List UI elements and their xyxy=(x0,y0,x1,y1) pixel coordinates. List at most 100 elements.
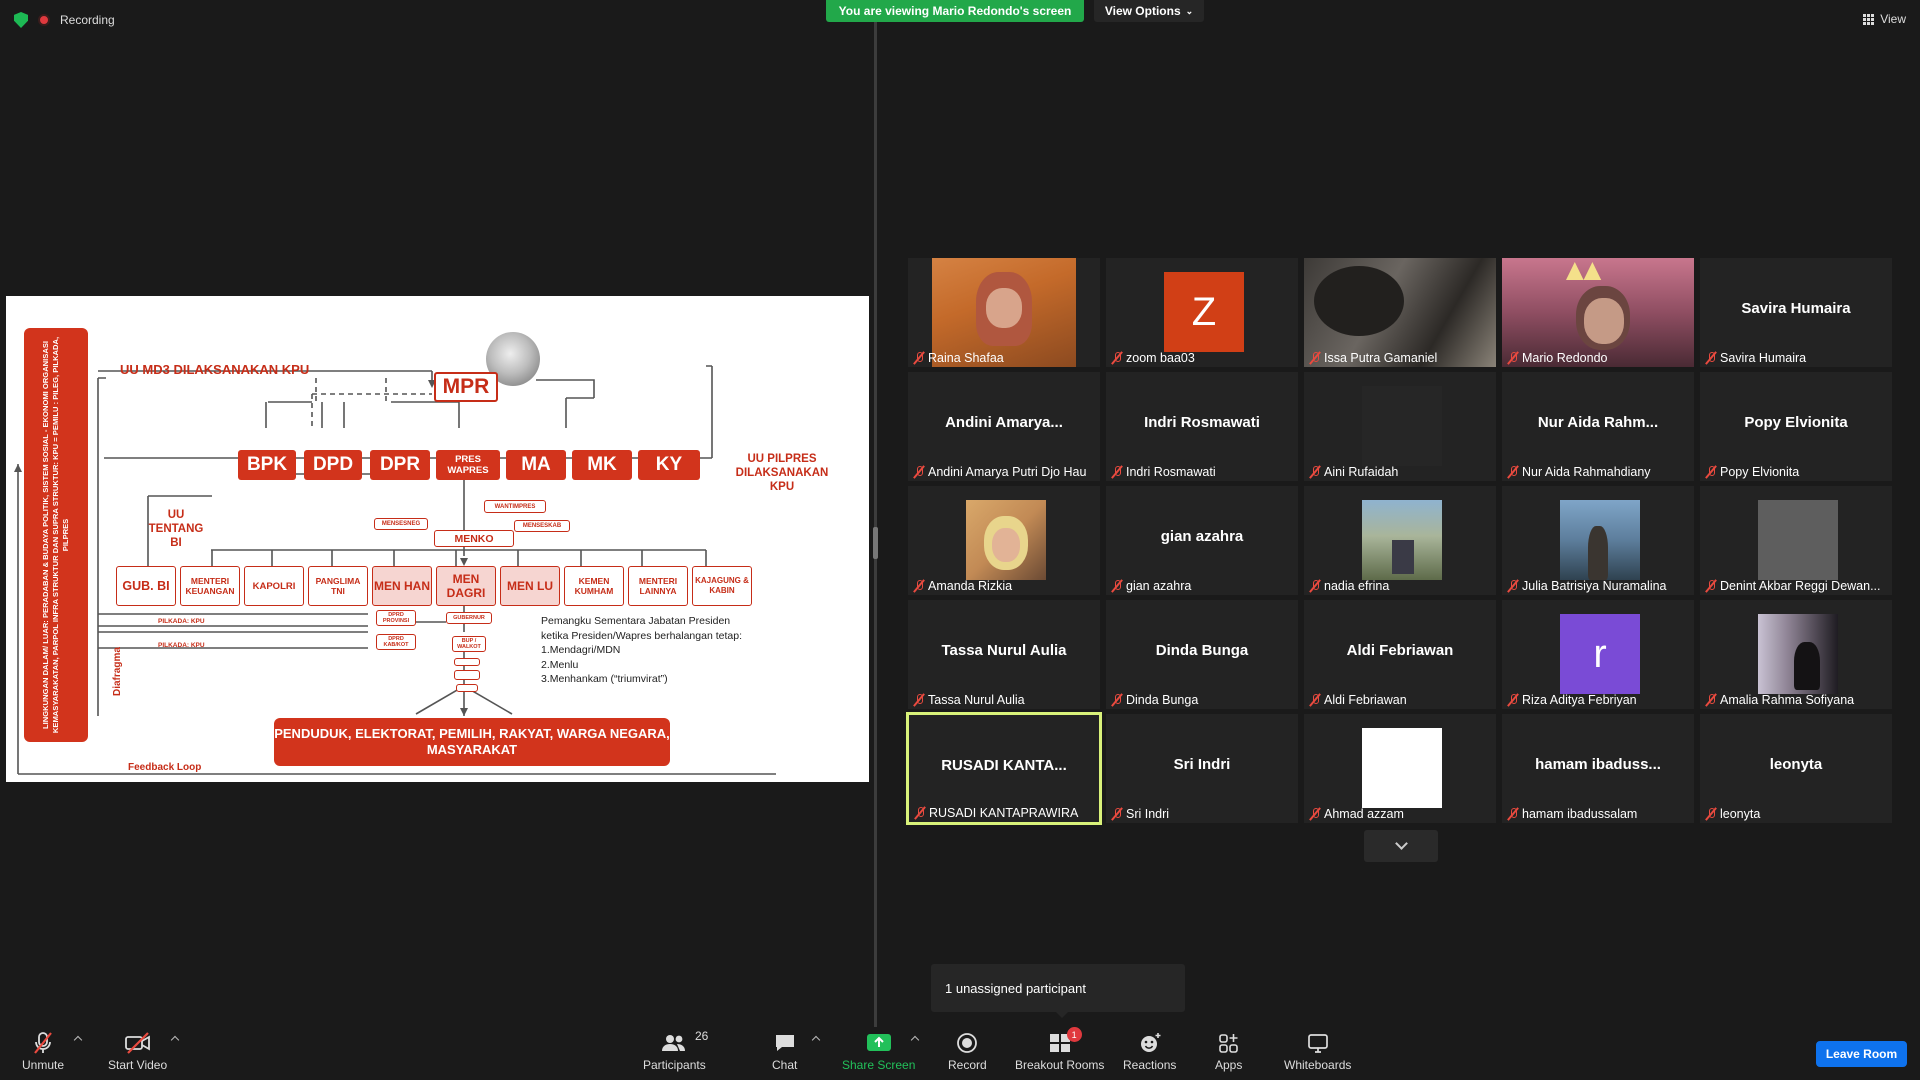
participant-tile[interactable]: Tassa Nurul Aulia Tassa Nurul Aulia xyxy=(908,600,1100,709)
view-options-button[interactable]: View Options ⌄ xyxy=(1094,0,1204,22)
wantimpres-box: WANTIMPRES xyxy=(484,500,546,513)
mic-muted-icon xyxy=(1112,579,1122,593)
recording-indicator[interactable]: Recording xyxy=(14,12,115,28)
participant-name: Popy Elvionita xyxy=(1720,465,1800,479)
mic-muted-icon xyxy=(1112,693,1122,707)
camat-box xyxy=(454,658,480,666)
participant-tile-active-speaker[interactable]: RUSADI KANTA... RUSADI KANTAPRAWIRA xyxy=(906,712,1102,825)
participant-tile[interactable]: Raina Shafaa xyxy=(908,258,1100,367)
view-label: View xyxy=(1880,12,1906,26)
chevron-down-icon xyxy=(1394,837,1408,850)
unmute-button[interactable]: Unmute xyxy=(22,1031,64,1072)
breakout-rooms-icon: 1 xyxy=(1048,1027,1082,1055)
audio-options-caret-icon[interactable] xyxy=(73,1035,83,1045)
participant-name: Aini Rufaidah xyxy=(1324,465,1399,479)
participant-avatar xyxy=(1362,500,1442,580)
left-bar-text: LINGKUNGAN DALAM/ LUAR: PERADABAN & BUDA… xyxy=(41,336,70,734)
participant-label: Ahmad azzam xyxy=(1310,807,1404,821)
whiteboards-button[interactable]: Whiteboards xyxy=(1284,1031,1351,1072)
start-video-button[interactable]: Start Video xyxy=(108,1031,167,1072)
left-environment-bar: LINGKUNGAN DALAM/ LUAR: PERADABAN & BUDA… xyxy=(24,328,88,742)
menko-box: MENKO xyxy=(434,530,514,547)
participant-name: Tassa Nurul Aulia xyxy=(928,693,1025,707)
participant-label: Sri Indri xyxy=(1112,807,1169,821)
participant-label: gian azahra xyxy=(1112,579,1191,593)
mic-muted-icon xyxy=(1310,579,1320,593)
breakout-rooms-button[interactable]: 1 Breakout Rooms xyxy=(1015,1027,1104,1072)
participant-tile[interactable]: Julia Batrisiya Nuramalina xyxy=(1502,486,1694,595)
participant-label: Tassa Nurul Aulia xyxy=(914,693,1025,707)
participant-tile[interactable]: Amanda Rizkia xyxy=(908,486,1100,595)
row2-box: MEN HAN xyxy=(372,566,432,606)
participant-name: Amanda Rizkia xyxy=(928,579,1013,593)
participants-button[interactable]: 26 Participants xyxy=(643,1029,708,1072)
participant-tile[interactable]: Indri Rosmawati Indri Rosmawati xyxy=(1106,372,1298,481)
participant-tile[interactable]: hamam ibaduss... hamam ibadussalam xyxy=(1502,714,1694,823)
participant-label: Denint Akbar Reggi Dewan... xyxy=(1706,579,1881,593)
reactions-button[interactable]: Reactions xyxy=(1123,1031,1176,1072)
note-title: Pemangku Sementara Jabatan Presiden xyxy=(541,615,731,627)
unassigned-participant-popup[interactable]: 1 unassigned participant xyxy=(931,964,1185,1018)
zoom-meeting-window: Recording You are viewing Mario Redondo'… xyxy=(0,0,1920,1080)
participant-label: nadia efrina xyxy=(1310,579,1389,593)
mic-muted-icon xyxy=(1112,351,1122,365)
participant-tile[interactable]: Nur Aida Rahm... Nur Aida Rahmahdiany xyxy=(1502,372,1694,481)
participant-tile[interactable]: Amalia Rahma Sofiyana xyxy=(1700,600,1892,709)
participant-tile[interactable]: Ahmad azzam xyxy=(1304,714,1496,823)
divider-handle[interactable] xyxy=(873,527,878,559)
row1-box: DPR xyxy=(370,450,430,480)
security-shield-icon[interactable] xyxy=(14,12,28,28)
participant-tile[interactable]: Andini Amarya... Andini Amarya Putri Djo… xyxy=(908,372,1100,481)
participant-tile[interactable]: Sri Indri Sri Indri xyxy=(1106,714,1298,823)
row2-box: KAPOLRI xyxy=(244,566,304,606)
participant-name: RUSADI KANTAPRAWIRA xyxy=(929,806,1079,820)
smiley-icon xyxy=(1138,1031,1162,1055)
note-subtitle: ketika Presiden/Wapres berhalangan tetap… xyxy=(541,629,742,642)
mic-muted-icon xyxy=(1508,465,1518,479)
whiteboard-icon xyxy=(1306,1031,1330,1055)
gallery-next-page-button[interactable] xyxy=(1364,830,1438,862)
leave-room-button[interactable]: Leave Room xyxy=(1816,1041,1907,1067)
chat-options-caret-icon[interactable] xyxy=(811,1035,821,1045)
meeting-toolbar: Unmute Start Video 26 Participants Chat xyxy=(0,1027,1920,1080)
participant-tile[interactable]: Aini Rufaidah xyxy=(1304,372,1496,481)
participant-tile[interactable]: Mario Redondo xyxy=(1502,258,1694,367)
participant-tile[interactable]: Savira Humaira Savira Humaira xyxy=(1700,258,1892,367)
unmute-label: Unmute xyxy=(22,1058,65,1072)
mic-muted-icon xyxy=(1706,579,1716,593)
participant-name: Nur Aida Rahmahdiany xyxy=(1522,465,1651,479)
mpr-box: MPR xyxy=(434,372,498,402)
participant-display-name: Popy Elvionita xyxy=(1744,414,1848,431)
participant-tile[interactable]: Z zoom baa03 xyxy=(1106,258,1298,367)
mic-muted-icon xyxy=(1706,693,1716,707)
apps-button[interactable]: Apps xyxy=(1215,1031,1242,1072)
view-button[interactable]: View xyxy=(1863,12,1906,26)
participant-label: zoom baa03 xyxy=(1112,351,1195,365)
participant-name: Indri Rosmawati xyxy=(1126,465,1216,479)
participant-tile[interactable]: leonyta leonyta xyxy=(1700,714,1892,823)
participant-avatar xyxy=(1560,500,1640,580)
share-screen-button[interactable]: Share Screen xyxy=(842,1031,915,1072)
participant-tile[interactable]: Popy Elvionita Popy Elvionita xyxy=(1700,372,1892,481)
reactions-label: Reactions xyxy=(1123,1058,1177,1072)
participant-tile[interactable]: r Riza Aditya Febriyan xyxy=(1502,600,1694,709)
participant-tile[interactable]: Aldi Febriawan Aldi Febriawan xyxy=(1304,600,1496,709)
video-options-caret-icon[interactable] xyxy=(170,1035,180,1045)
chat-button[interactable]: Chat xyxy=(772,1031,797,1072)
people-box: PENDUDUK, ELEKTORAT, PEMILIH, RAKYAT, WA… xyxy=(274,718,670,766)
uu-pilpres-label: UU PILPRES DILAKSANAKAN KPU xyxy=(735,453,829,493)
participant-tile[interactable]: gian azahra gian azahra xyxy=(1106,486,1298,595)
participant-tile[interactable]: Denint Akbar Reggi Dewan... xyxy=(1700,486,1892,595)
participant-name: Raina Shafaa xyxy=(928,351,1004,365)
split-divider[interactable] xyxy=(873,22,878,1027)
participant-tile[interactable]: Issa Putra Gamaniel xyxy=(1304,258,1496,367)
participant-tile[interactable]: nadia efrina xyxy=(1304,486,1496,595)
participant-avatar xyxy=(1758,614,1838,694)
participant-label: Nur Aida Rahmahdiany xyxy=(1508,465,1651,479)
record-button[interactable]: Record xyxy=(948,1031,987,1072)
start-video-label: Start Video xyxy=(108,1058,168,1072)
participant-tile[interactable]: Dinda Bunga Dinda Bunga xyxy=(1106,600,1298,709)
row1-box: PRES WAPRES xyxy=(436,450,500,480)
participant-label: Aldi Febriawan xyxy=(1310,693,1407,707)
participant-name: Dinda Bunga xyxy=(1126,693,1199,707)
